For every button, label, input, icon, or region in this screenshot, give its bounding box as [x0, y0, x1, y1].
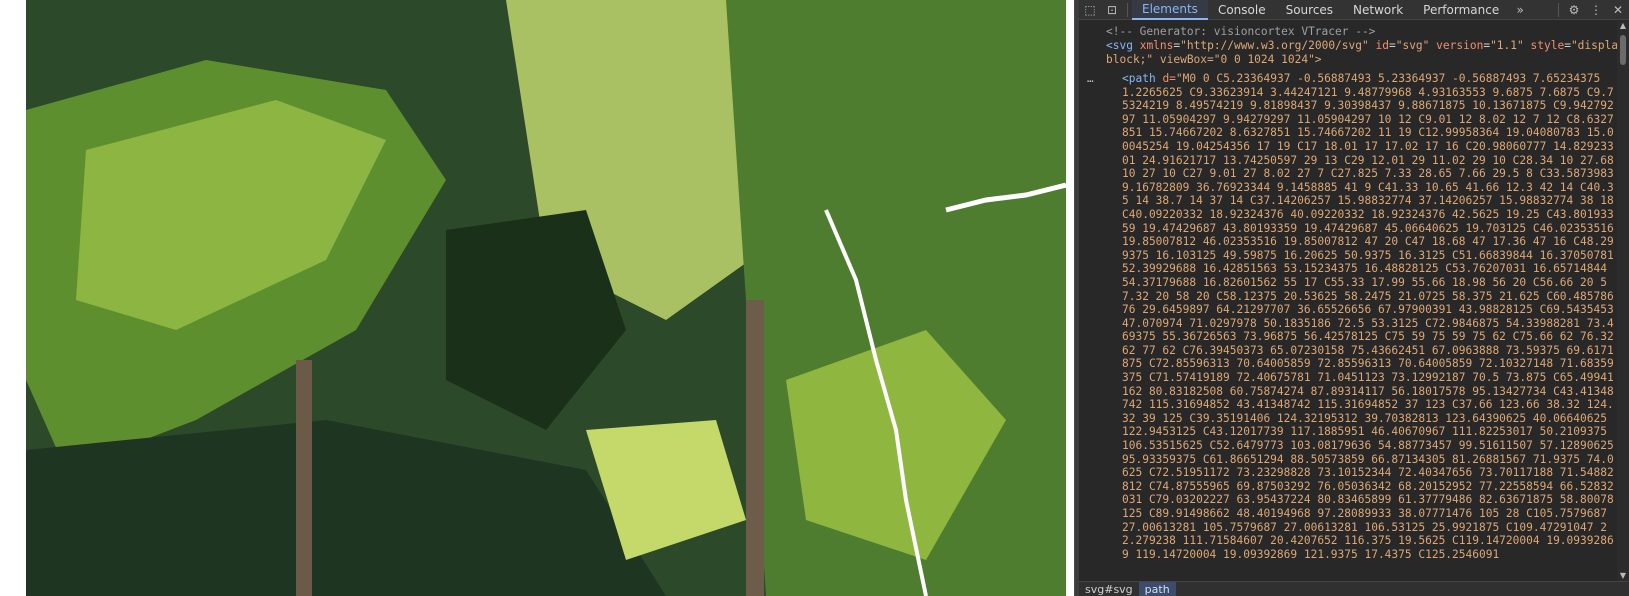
dom-path-node[interactable]: <path d="M0 0 C5.23364937 -0.56887493 5.…: [1122, 72, 1617, 561]
more-tabs-icon[interactable]: »: [1509, 0, 1531, 20]
svg-tag: <svg: [1106, 39, 1133, 52]
breadcrumb-svg[interactable]: svg#svg: [1079, 582, 1139, 596]
path-d-value: "M0 0 C5.23364937 -0.56887493 5.23364937…: [1122, 72, 1614, 561]
tab-network[interactable]: Network: [1343, 0, 1413, 20]
tab-performance[interactable]: Performance: [1413, 0, 1509, 20]
breadcrumb-path[interactable]: path: [1138, 581, 1176, 596]
close-icon[interactable]: ✕: [1607, 0, 1629, 20]
tab-elements[interactable]: Elements: [1132, 0, 1208, 20]
attr-name: d=: [1162, 72, 1176, 85]
toolbar-divider: [1558, 2, 1559, 17]
attr-name: id: [1375, 39, 1389, 52]
tab-sources[interactable]: Sources: [1276, 0, 1343, 20]
toolbar-right-group: ⚙ ⋮ ✕: [1554, 0, 1629, 20]
path-tag: <path: [1122, 72, 1156, 85]
rendered-svg-viewport: [0, 0, 1074, 596]
scroll-down-icon[interactable]: ▼: [1619, 571, 1627, 581]
tab-console[interactable]: Console: [1208, 0, 1276, 20]
ellipsis-icon[interactable]: …: [1087, 72, 1094, 86]
dom-scrollbar[interactable]: ▲ ▼: [1617, 21, 1629, 581]
trunk-center: [746, 300, 764, 596]
attr-value: "http://www.w3.org/2000/svg": [1180, 39, 1369, 52]
device-toolbar-icon[interactable]: ⊡: [1101, 0, 1123, 20]
dom-tree: <!-- Generator: visioncortex VTracer -->…: [1079, 21, 1629, 581]
scroll-up-icon[interactable]: ▲: [1619, 21, 1627, 31]
trunk-left: [296, 360, 312, 596]
devtools-toolbar: ⬚ ⊡ Elements Console Sources Network Per…: [1079, 0, 1629, 20]
attr-name: xmlns: [1139, 39, 1174, 52]
attr-value: "1.1": [1490, 39, 1524, 52]
breadcrumb: svg#svg path: [1079, 581, 1629, 596]
devtools-panel: ⬚ ⊡ Elements Console Sources Network Per…: [1079, 0, 1629, 596]
more-menu-icon[interactable]: ⋮: [1585, 0, 1607, 20]
attr-name: version: [1436, 39, 1484, 52]
dom-svg-continuation-line: block;" viewBox="0 0 1024 1024">: [1106, 53, 1322, 66]
dom-comment-line[interactable]: <!-- Generator: visioncortex VTracer -->: [1106, 25, 1375, 39]
jungle-vector-illustration: [26, 0, 1066, 596]
attr-name: style: [1530, 39, 1565, 52]
attr-value: "svg": [1395, 39, 1430, 52]
scroll-thumb[interactable]: [1620, 35, 1626, 65]
inspect-element-icon[interactable]: ⬚: [1079, 0, 1101, 20]
dom-svg-open-line[interactable]: <svg xmlns="http://www.w3.org/2000/svg" …: [1106, 39, 1629, 53]
toolbar-divider: [1127, 2, 1128, 17]
settings-gear-icon[interactable]: ⚙: [1563, 0, 1585, 20]
